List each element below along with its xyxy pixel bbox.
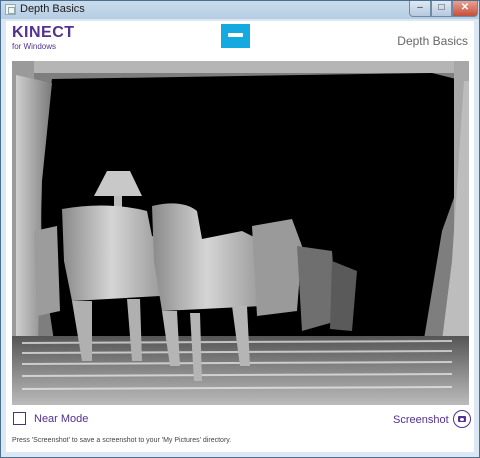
close-button[interactable]: ✕ (452, 1, 478, 17)
camera-lens (460, 418, 464, 421)
camera-icon[interactable] (453, 410, 471, 428)
title-bar[interactable]: Depth Basics – □ ✕ (1, 1, 479, 19)
kinect-logo-subtitle: for Windows (12, 42, 57, 51)
kinect-sensor-icon (221, 24, 250, 48)
minimize-button[interactable]: – (409, 1, 431, 17)
screenshot-button[interactable]: Screenshot (393, 410, 471, 430)
maximize-button[interactable]: □ (431, 1, 452, 17)
status-bar-text: Press 'Screenshot' to save a screenshot … (12, 437, 232, 444)
window-title: Depth Basics (20, 3, 85, 15)
depth-image (12, 61, 469, 405)
client-area: KINECT for Windows Depth Basics Near Mod… (6, 21, 474, 452)
near-mode-label: Near Mode (34, 413, 89, 425)
screenshot-label: Screenshot (393, 414, 449, 426)
page-title: Depth Basics (397, 34, 468, 48)
depth-scene (12, 61, 469, 405)
app-icon (5, 4, 16, 15)
kinect-logo: KINECT (12, 24, 75, 41)
near-mode-checkbox[interactable] (13, 412, 26, 425)
app-window: Depth Basics – □ ✕ KINECT for Windows De… (0, 0, 480, 458)
